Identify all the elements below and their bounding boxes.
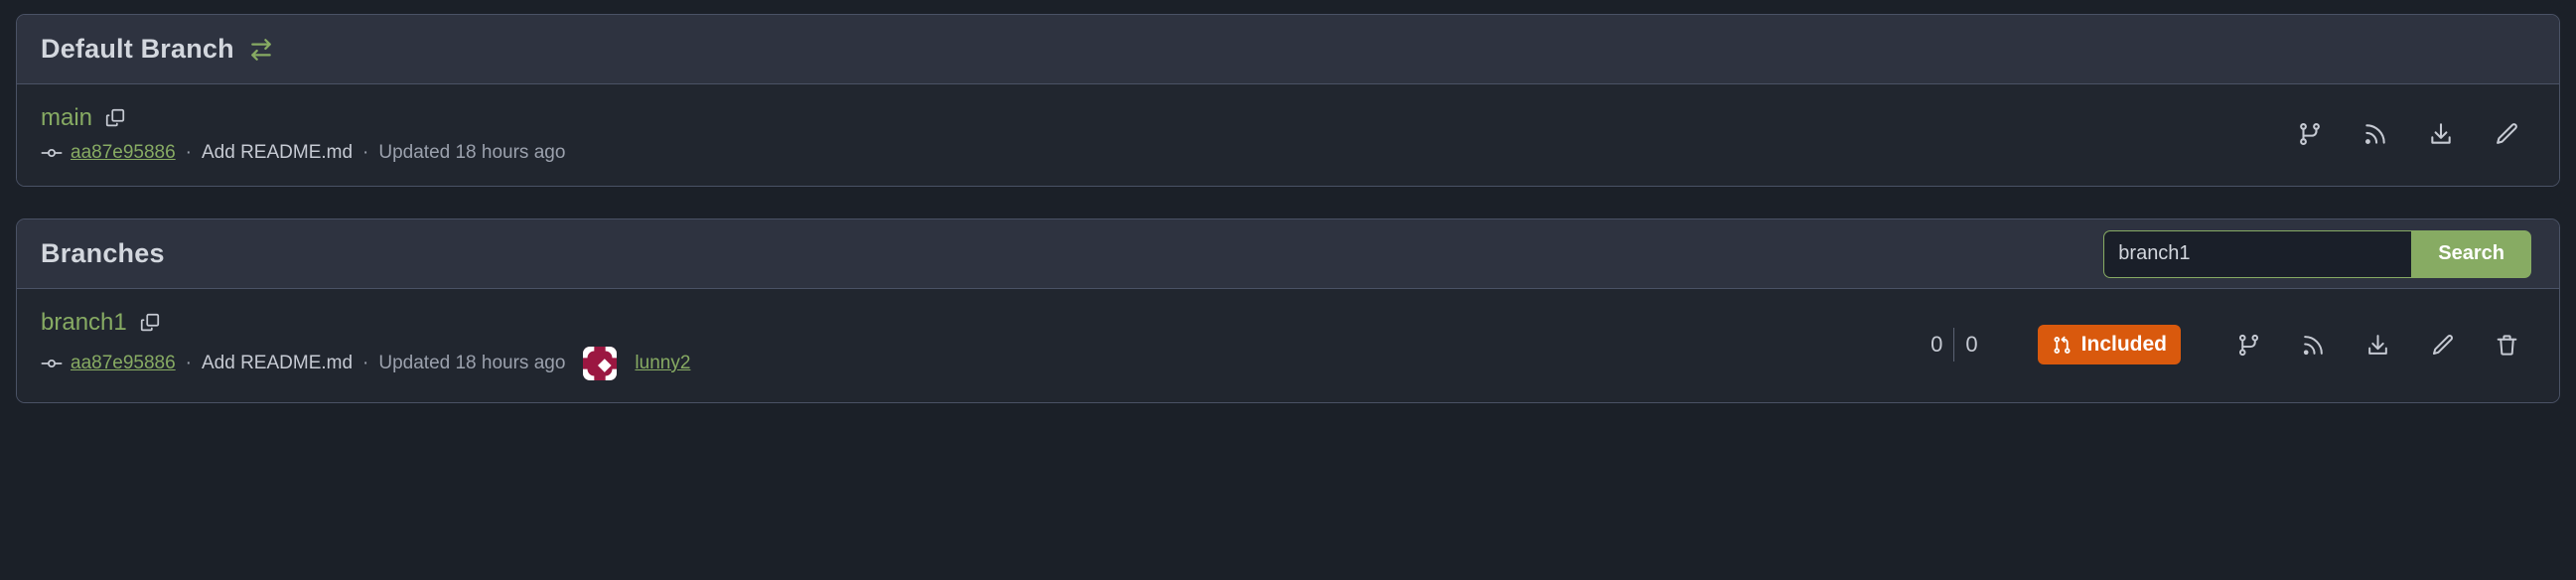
- page-title: Default Branch: [41, 34, 234, 64]
- branches-header: Branches Search: [17, 219, 2559, 289]
- default-branch-panel: Default Branch main aa87e95886 · Add REA…: [16, 14, 2560, 187]
- edit-icon[interactable]: [2494, 121, 2519, 147]
- branch-actions: [2236, 333, 2535, 358]
- copy-icon[interactable]: [139, 312, 161, 334]
- default-branch-actions: [2297, 121, 2535, 147]
- swap-arrows-icon: [248, 37, 274, 63]
- status-badge: Included: [2037, 325, 2181, 364]
- commits-ahead-count: 0: [1965, 332, 1978, 357]
- branches-title: Branches: [41, 238, 165, 268]
- default-branch-commit-line: aa87e95886 · Add README.md · Updated 18 …: [41, 142, 565, 164]
- separator-dot-2: ·: [362, 142, 369, 163]
- search-input[interactable]: [2103, 229, 2412, 278]
- identicon-avatar[interactable]: [583, 347, 618, 380]
- branch-search-form: Search: [2103, 229, 2531, 278]
- divergence-counter: 0 0: [1931, 328, 1978, 362]
- branch-info: branch1 aa87e95886 · Add README.md · Upd…: [41, 309, 690, 380]
- default-branch-header: Default Branch: [17, 15, 2559, 84]
- divergence-divider: [1953, 328, 1955, 362]
- branch-name-line: branch1: [41, 309, 690, 337]
- branch-row: branch1 aa87e95886 · Add README.md · Upd…: [17, 289, 2559, 402]
- rss-feed-icon[interactable]: [2362, 121, 2388, 147]
- create-branch-icon[interactable]: [2236, 333, 2261, 358]
- git-commit-icon: [41, 353, 63, 374]
- create-branch-icon[interactable]: [2297, 121, 2323, 147]
- git-pull-request-icon: [2052, 335, 2073, 356]
- edit-icon[interactable]: [2430, 333, 2455, 358]
- updated-time: Updated 18 hours ago: [378, 142, 566, 163]
- download-icon[interactable]: [2428, 121, 2454, 147]
- author-link[interactable]: lunny2: [635, 353, 690, 374]
- separator-dot: ·: [185, 353, 192, 373]
- separator-dot-2: ·: [362, 353, 369, 373]
- status-badge-label: Included: [2080, 333, 2167, 356]
- download-icon[interactable]: [2365, 333, 2390, 358]
- delete-icon[interactable]: [2495, 333, 2519, 358]
- rss-feed-icon[interactable]: [2301, 333, 2326, 358]
- default-branch-name-line: main: [41, 104, 565, 132]
- commit-hash-link[interactable]: aa87e95886: [71, 353, 176, 374]
- branch-commit-line: aa87e95886 · Add README.md · Updated 18 …: [41, 347, 690, 380]
- search-button[interactable]: Search: [2411, 229, 2531, 278]
- commit-message: Add README.md: [202, 353, 354, 373]
- default-branch-info: main aa87e95886 · Add README.md · Update…: [41, 104, 565, 164]
- branches-panel: Branches Search branch1: [16, 218, 2560, 403]
- commits-behind-count: 0: [1931, 332, 1943, 357]
- branch-link-branch1[interactable]: branch1: [41, 309, 127, 337]
- copy-icon[interactable]: [104, 107, 126, 129]
- updated-time: Updated 18 hours ago: [378, 353, 566, 373]
- branch-link-main[interactable]: main: [41, 104, 92, 132]
- separator-dot: ·: [185, 142, 192, 163]
- commit-message: Add README.md: [202, 142, 354, 163]
- commit-hash-link[interactable]: aa87e95886: [71, 142, 176, 164]
- default-branch-row: main aa87e95886 · Add README.md · Update…: [17, 84, 2559, 186]
- branches-page: Default Branch main aa87e95886 · Add REA…: [0, 0, 2576, 580]
- git-commit-icon: [41, 142, 63, 164]
